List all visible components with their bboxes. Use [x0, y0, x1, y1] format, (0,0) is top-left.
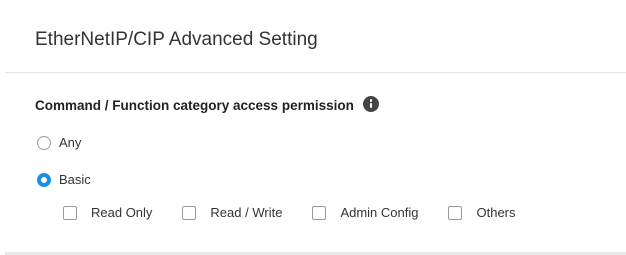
checkbox-admin-config[interactable]: Admin Config: [312, 205, 418, 220]
basic-permission-options: Read Only Read / Write Admin Config Othe…: [63, 205, 516, 220]
checkbox-label: Others: [476, 205, 516, 220]
section-title: Command / Function category access permi…: [35, 97, 354, 113]
checkbox[interactable]: [182, 205, 197, 220]
radio-label: Any: [59, 135, 82, 150]
panel-header: EtherNetIP/CIP Advanced Setting: [5, 0, 626, 73]
info-icon[interactable]: [362, 96, 379, 112]
radio-button-checked[interactable]: [37, 172, 51, 187]
checkbox-label: Read Only: [91, 205, 153, 220]
radio-any[interactable]: Any: [37, 135, 81, 150]
radio-label: Basic: [59, 172, 91, 187]
access-permission-section: Command / Function category access permi…: [35, 96, 379, 113]
radio-button[interactable]: [37, 135, 51, 150]
checkbox[interactable]: [63, 205, 77, 220]
checkbox[interactable]: [448, 205, 463, 220]
checkbox[interactable]: [312, 205, 327, 220]
checkbox-read-write[interactable]: Read / Write: [182, 205, 282, 220]
checkbox-read-only[interactable]: Read Only: [63, 205, 152, 220]
checkbox-label: Admin Config: [340, 205, 419, 220]
checkbox-label: Read / Write: [210, 205, 283, 220]
checkbox-others[interactable]: Others: [448, 205, 516, 220]
radio-basic[interactable]: Basic: [37, 172, 91, 187]
panel-title: EtherNetIP/CIP Advanced Setting: [35, 29, 318, 50]
settings-panel: EtherNetIP/CIP Advanced Setting Command …: [5, 0, 626, 255]
